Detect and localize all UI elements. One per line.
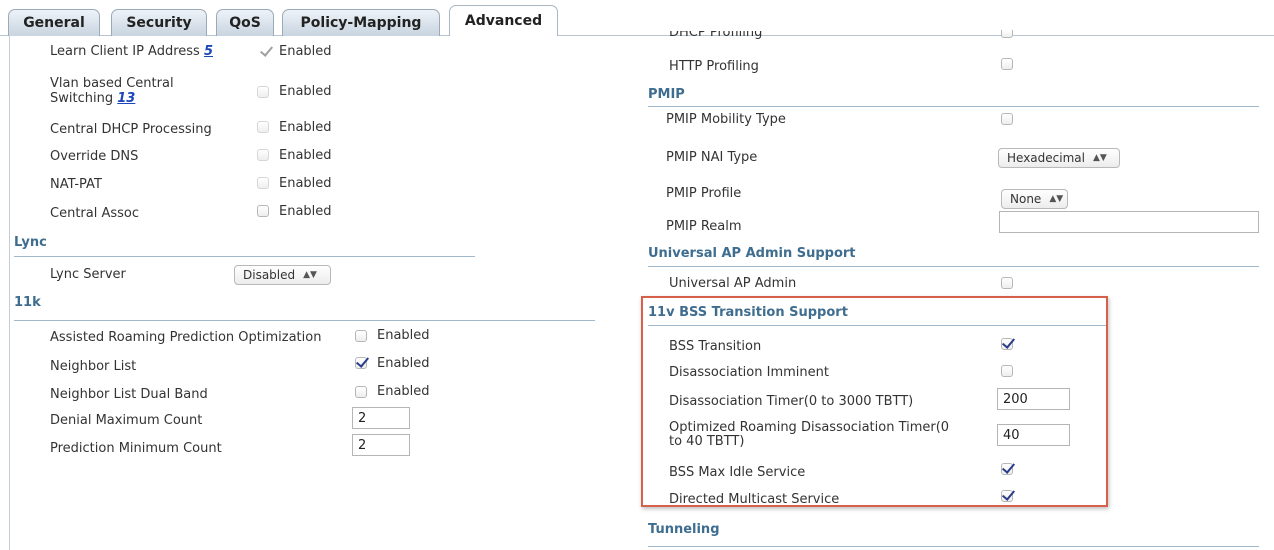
central-dhcp-status: Enabled bbox=[279, 120, 332, 135]
override-dns-checkbox[interactable] bbox=[257, 149, 269, 161]
11k-section-title: 11k bbox=[14, 295, 41, 310]
neighbor-list-label: Neighbor List bbox=[50, 359, 137, 374]
arpo-label: Assisted Roaming Prediction Optimization bbox=[50, 330, 322, 345]
vlan-central-checkbox[interactable] bbox=[257, 86, 269, 98]
central-dhcp-label: Central DHCP Processing bbox=[50, 122, 212, 137]
pmip-profile-select[interactable]: None ▲▼ bbox=[1001, 189, 1068, 209]
tab-advanced[interactable]: Advanced bbox=[449, 5, 558, 36]
vlan-central-status: Enabled bbox=[279, 84, 332, 99]
neighbor-list-status: Enabled bbox=[377, 356, 430, 371]
vlan-central-label: Vlan based Central Switching 13 bbox=[50, 76, 174, 106]
vlan-central-footnote-link[interactable]: 13 bbox=[117, 91, 135, 106]
uap-section-title: Universal AP Admin Support bbox=[648, 246, 856, 261]
select-arrows-icon: ▲▼ bbox=[1049, 194, 1064, 204]
lync-server-label: Lync Server bbox=[50, 267, 126, 282]
learn-client-ip-status: Enabled bbox=[279, 44, 332, 59]
lync-section-title: Lync bbox=[14, 235, 47, 250]
pmip-nai-label: PMIP NAI Type bbox=[666, 150, 758, 165]
uap-admin-checkbox[interactable] bbox=[1001, 277, 1013, 289]
tunneling-section-rule bbox=[648, 546, 1259, 547]
http-profiling-checkbox[interactable] bbox=[1001, 58, 1013, 70]
vlan-central-text-1: Vlan based Central bbox=[50, 76, 174, 91]
central-assoc-label: Central Assoc bbox=[50, 206, 140, 221]
dhcp-profiling-text: DHCP Profiling bbox=[669, 31, 763, 40]
pmip-profile-value: None bbox=[1010, 192, 1042, 206]
pmip-realm-label: PMIP Realm bbox=[666, 219, 742, 234]
arpo-checkbox[interactable] bbox=[355, 330, 367, 342]
pmip-realm-input[interactable] bbox=[999, 211, 1259, 233]
nat-pat-status: Enabled bbox=[279, 176, 332, 191]
learn-client-ip-footnote-link[interactable]: 5 bbox=[204, 44, 213, 59]
neighbor-list-checkbox[interactable] bbox=[355, 357, 367, 369]
central-assoc-status: Enabled bbox=[279, 204, 332, 219]
uap-section-rule bbox=[648, 266, 1259, 267]
select-arrows-icon: ▲▼ bbox=[303, 270, 317, 280]
learn-client-ip-checkbox[interactable] bbox=[259, 46, 271, 58]
nat-pat-checkbox[interactable] bbox=[257, 177, 269, 189]
dhcp-profiling-label: DHCP Profiling bbox=[669, 31, 762, 40]
pmip-mobility-label: PMIP Mobility Type bbox=[666, 112, 786, 127]
pred-min-input[interactable]: 2 bbox=[352, 434, 410, 456]
tab-qos[interactable]: QoS bbox=[216, 9, 274, 36]
neighbor-dual-checkbox[interactable] bbox=[355, 386, 367, 398]
pmip-nai-value: Hexadecimal bbox=[1007, 151, 1085, 165]
uap-admin-label: Universal AP Admin bbox=[669, 276, 797, 291]
pmip-nai-select[interactable]: Hexadecimal ▲▼ bbox=[998, 148, 1120, 168]
tab-security[interactable]: Security bbox=[111, 9, 207, 36]
learn-client-ip-label: Learn Client IP Address 5 bbox=[50, 44, 213, 59]
11k-section-rule bbox=[14, 320, 595, 321]
central-dhcp-checkbox[interactable] bbox=[257, 121, 269, 133]
tab-bar: General Security QoS Policy-Mapping Adva… bbox=[0, 0, 1274, 36]
denial-max-input[interactable]: 2 bbox=[352, 407, 410, 429]
pmip-section-title: PMIP bbox=[648, 87, 685, 102]
left-panel-border bbox=[9, 36, 610, 550]
vlan-central-text-2: Switching bbox=[50, 91, 114, 106]
bss-highlight-box bbox=[641, 296, 1108, 507]
pmip-section-rule bbox=[648, 106, 1259, 107]
pred-min-label: Prediction Minimum Count bbox=[50, 441, 222, 456]
http-profiling-label: HTTP Profiling bbox=[669, 59, 759, 74]
lync-server-value: Disabled bbox=[243, 268, 296, 282]
arpo-status: Enabled bbox=[377, 328, 430, 343]
tunneling-section-title: Tunneling bbox=[648, 522, 720, 537]
neighbor-dual-label: Neighbor List Dual Band bbox=[50, 387, 208, 402]
pmip-mobility-checkbox[interactable] bbox=[1001, 113, 1013, 125]
override-dns-label: Override DNS bbox=[50, 149, 139, 164]
pmip-profile-label: PMIP Profile bbox=[666, 186, 742, 201]
neighbor-dual-status: Enabled bbox=[377, 384, 430, 399]
select-arrows-icon: ▲▼ bbox=[1092, 153, 1107, 163]
learn-client-ip-text: Learn Client IP Address bbox=[50, 44, 200, 59]
override-dns-status: Enabled bbox=[279, 148, 332, 163]
denial-max-label: Denial Maximum Count bbox=[50, 413, 203, 428]
lync-section-rule bbox=[14, 256, 475, 257]
nat-pat-label: NAT-PAT bbox=[50, 177, 102, 192]
dhcp-profiling-checkbox[interactable] bbox=[1001, 30, 1013, 38]
lync-server-select[interactable]: Disabled ▲▼ bbox=[234, 265, 331, 285]
tab-general[interactable]: General bbox=[8, 9, 100, 36]
tab-policy-mapping[interactable]: Policy-Mapping bbox=[282, 9, 440, 36]
central-assoc-checkbox[interactable] bbox=[257, 205, 269, 217]
